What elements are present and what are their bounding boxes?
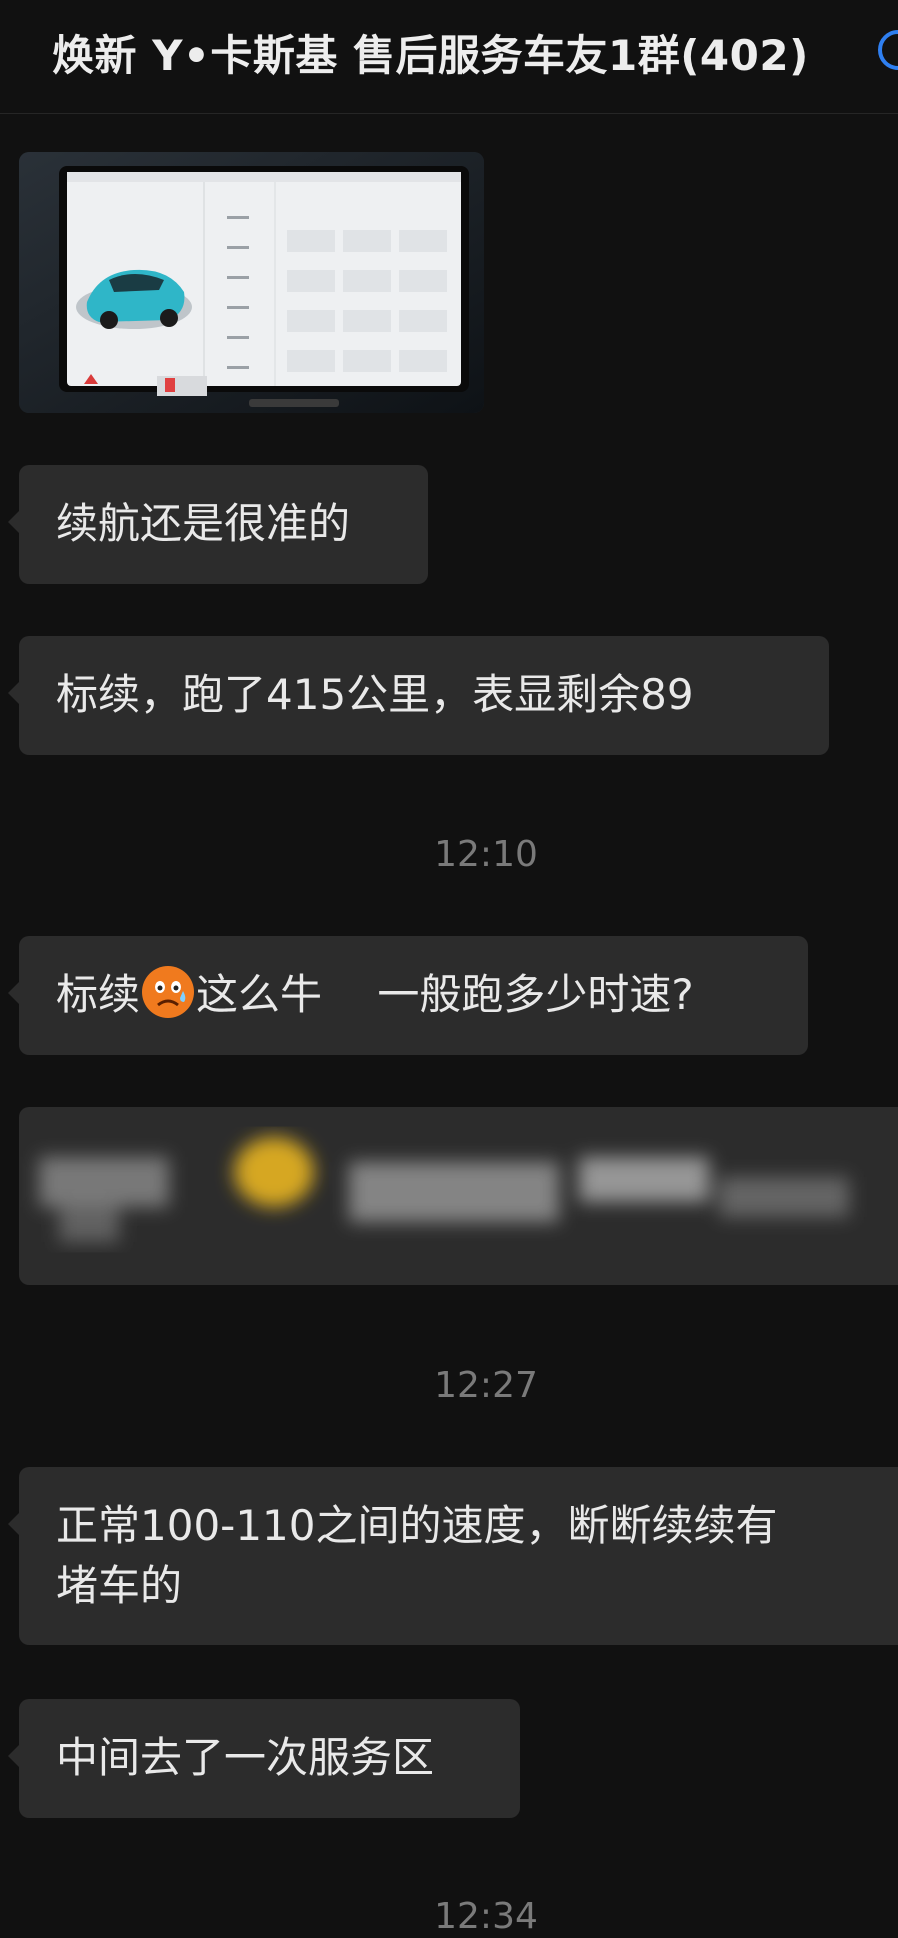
- group-title[interactable]: 焕新 Y•卡斯基 售后服务车友1群(402): [52, 22, 809, 83]
- message-timestamp: 12:27: [434, 1365, 538, 1406]
- message-text: 标续，跑了415公里，表显剩余89: [56, 670, 694, 719]
- blurred-image-message[interactable]: [19, 1107, 898, 1285]
- message-text: 续航还是很准的: [56, 499, 351, 548]
- message-text: 标续: [56, 970, 141, 1019]
- sweat-face-emoji: [141, 965, 195, 1019]
- chat-message-bubble[interactable]: 续航还是很准的: [8, 465, 428, 584]
- car-screen-photo: [19, 152, 484, 413]
- message-text-line-2: 堵车的: [56, 1561, 183, 1610]
- chat-bubble-icon[interactable]: [878, 30, 898, 70]
- chat-message-bubble[interactable]: 标续，跑了415公里，表显剩余89: [8, 636, 829, 755]
- chat-message-bubble[interactable]: 正常100-110之间的速度，断断续续有 堵车的: [8, 1467, 898, 1645]
- chat-message-bubble[interactable]: 标续 这么牛 一般跑多少时速?: [8, 936, 808, 1055]
- message-text: 这么牛 一般跑多少时速?: [196, 970, 694, 1019]
- chat-message-bubble[interactable]: 中间去了一次服务区: [8, 1699, 520, 1818]
- message-timestamp: 12:10: [434, 834, 538, 875]
- image-message[interactable]: [19, 152, 484, 413]
- blurred-content: [39, 1137, 849, 1242]
- message-text-line-1: 正常100-110之间的速度，断断续续有: [56, 1501, 778, 1550]
- message-timestamp: 12:34: [434, 1896, 538, 1937]
- message-text: 中间去了一次服务区: [56, 1733, 435, 1782]
- chat-header: 焕新 Y•卡斯基 售后服务车友1群(402): [0, 0, 898, 114]
